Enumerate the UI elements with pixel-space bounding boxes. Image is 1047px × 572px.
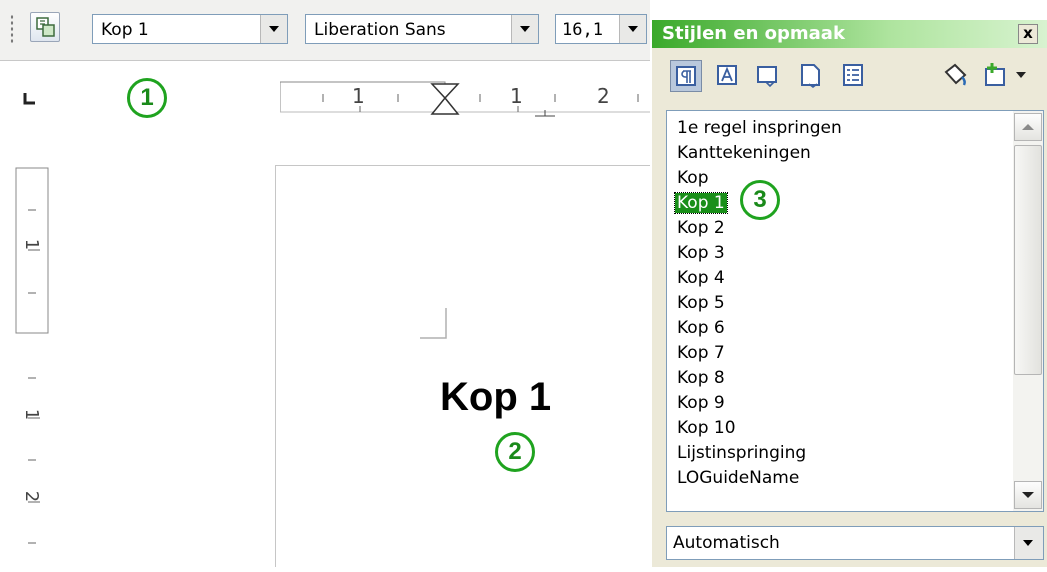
close-icon: x — [1023, 24, 1033, 42]
style-list-item[interactable]: Kop 5 — [677, 293, 725, 313]
character-styles-button[interactable] — [712, 60, 744, 92]
page-styles-button[interactable] — [795, 60, 827, 92]
heading-1-text[interactable]: Kop 1 — [440, 375, 551, 420]
style-list-item[interactable]: Kop — [677, 168, 709, 188]
styles-window-button[interactable] — [30, 12, 60, 42]
frame-styles-button[interactable] — [752, 60, 784, 92]
style-list-item[interactable]: Kop 2 — [677, 218, 725, 238]
paragraph-style-value: Kop 1 — [101, 20, 149, 40]
paragraph-style-combo[interactable]: Kop 1 — [92, 14, 288, 44]
ruler-number: 1 — [510, 84, 523, 108]
panel-close-button[interactable]: x — [1018, 24, 1038, 44]
ruler-number: 1 — [21, 238, 43, 251]
style-list-item[interactable]: Kop 9 — [677, 393, 725, 413]
vertical-ruler[interactable] — [0, 150, 60, 567]
chevron-down-icon — [1022, 492, 1034, 498]
style-list-item[interactable]: Kop 8 — [677, 368, 725, 388]
chevron-up-icon — [1022, 124, 1034, 130]
page-styles-icon — [801, 64, 820, 88]
document-page[interactable] — [275, 165, 650, 567]
fill-format-mode-button[interactable] — [940, 60, 972, 92]
new-style-from-selection-button[interactable] — [980, 60, 1040, 92]
ruler-number: 2 — [21, 490, 43, 503]
horizontal-ruler-graphic — [279, 81, 650, 117]
style-list-item[interactable]: Kop 6 — [677, 318, 725, 338]
scrollbar-thumb[interactable] — [1014, 145, 1042, 375]
callout-marker: 2 — [495, 432, 535, 472]
character-styles-icon — [717, 65, 737, 85]
text-boundary-corner — [420, 308, 447, 339]
panel-title: Stijlen en opmaak — [662, 23, 845, 44]
styles-list[interactable]: 1e regel inspringen Kanttekeningen Kop K… — [666, 110, 1044, 512]
style-list-item[interactable]: LOGuideName — [677, 468, 799, 488]
chevron-down-icon — [269, 26, 279, 32]
vertical-ruler-graphic — [15, 167, 49, 544]
tab-stop-icon[interactable] — [22, 92, 38, 106]
style-list-item[interactable]: Kop 4 — [677, 268, 725, 288]
font-size-value: 16,1 — [562, 20, 603, 40]
style-filter-value: Automatisch — [673, 533, 780, 553]
new-style-icon — [985, 63, 1026, 86]
chevron-down-icon — [520, 26, 530, 32]
indent-marker-icon[interactable] — [430, 82, 460, 116]
paragraph-styles-icon — [676, 66, 696, 86]
frame-styles-icon — [757, 66, 777, 88]
font-size-dropdown-button[interactable] — [619, 15, 646, 43]
style-list-item[interactable]: Kop 7 — [677, 343, 725, 363]
font-name-value: Liberation Sans — [314, 20, 446, 40]
ruler-number: 1 — [21, 408, 43, 421]
callout-marker: 1 — [127, 78, 167, 118]
style-filter-combo[interactable]: Automatisch — [666, 526, 1044, 560]
list-styles-button[interactable] — [838, 60, 870, 92]
scroll-up-button[interactable] — [1014, 113, 1042, 141]
toolbar-grip-handle[interactable] — [10, 14, 14, 44]
paragraph-style-dropdown-button[interactable] — [260, 15, 287, 43]
ruler-number: 1 — [352, 84, 365, 108]
callout-marker: 3 — [740, 180, 780, 220]
style-list-item[interactable]: Kop 3 — [677, 243, 725, 263]
style-list-item[interactable]: Lijstinspringing — [677, 443, 806, 463]
font-name-dropdown-button[interactable] — [511, 15, 538, 43]
styles-window-icon — [36, 17, 55, 37]
style-filter-dropdown-button[interactable] — [1014, 527, 1043, 559]
style-list-item[interactable]: 1e regel inspringen — [677, 118, 842, 138]
style-list-item[interactable]: Kop 10 — [677, 418, 736, 438]
panel-title-bar[interactable]: Stijlen en opmaak — [652, 20, 1047, 48]
chevron-down-icon — [1023, 540, 1033, 546]
ruler-number: 2 — [597, 84, 610, 108]
paint-bucket-icon — [944, 63, 967, 86]
horizontal-ruler[interactable] — [279, 80, 650, 120]
style-list-item[interactable]: Kanttekeningen — [677, 143, 811, 163]
paragraph-styles-button[interactable] — [670, 60, 702, 92]
scroll-down-button[interactable] — [1014, 481, 1042, 509]
style-list-item-selected[interactable]: Kop 1 — [674, 192, 728, 214]
font-size-combo[interactable]: 16,1 — [555, 14, 647, 44]
chevron-down-icon — [628, 26, 638, 32]
font-name-combo[interactable]: Liberation Sans — [305, 14, 539, 44]
list-styles-icon — [843, 64, 863, 86]
